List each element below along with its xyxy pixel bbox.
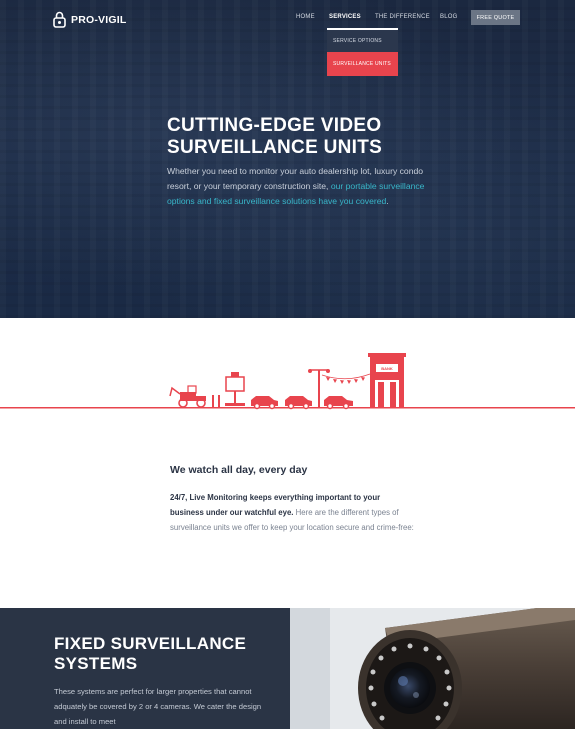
- hero-section: PRO-VIGIL HOME SERVICES THE DIFFERENCE B…: [0, 0, 575, 318]
- nav-the-difference[interactable]: THE DIFFERENCE: [375, 14, 430, 20]
- hero-title: CUTTING-EDGE VIDEO SURVEILLANCE UNITS: [167, 115, 382, 159]
- hero-title-line-1: CUTTING-EDGE VIDEO: [167, 115, 382, 136]
- hero-description-end: .: [386, 196, 389, 206]
- hero-background-image: [0, 0, 575, 318]
- nav-blog[interactable]: BLOG: [440, 14, 457, 20]
- nav-home[interactable]: HOME: [296, 14, 315, 20]
- watch-section-title: We watch all day, every day: [170, 464, 308, 476]
- city-scene-illustration: BANK: [0, 350, 575, 415]
- fixed-surveillance-body: These systems are perfect for larger pro…: [54, 687, 262, 726]
- nav-services[interactable]: SERVICES: [329, 14, 361, 20]
- dropdown-item-service-options[interactable]: SERVICE OPTIONS: [327, 28, 398, 52]
- watch-section-body: 24/7, Live Monitoring keeps everything i…: [170, 490, 415, 535]
- bank-sign-text: BANK: [381, 366, 393, 371]
- main-nav: HOME SERVICES THE DIFFERENCE BLOG FREE Q…: [0, 10, 575, 26]
- fixed-surveillance-title: FIXED SURVEILLANCE SYSTEMS: [54, 634, 246, 674]
- security-camera-icon: [290, 608, 575, 729]
- city-scene-svg: BANK: [0, 353, 575, 410]
- security-camera-image: [290, 608, 575, 729]
- services-dropdown-menu: SERVICE OPTIONS SURVEILLANCE UNITS: [327, 28, 398, 76]
- free-quote-button[interactable]: FREE QUOTE: [471, 10, 520, 25]
- hero-title-line-2: SURVEILLANCE UNITS: [167, 137, 383, 158]
- fixed-title-line-2: SYSTEMS: [54, 654, 138, 673]
- dropdown-item-surveillance-units[interactable]: SURVEILLANCE UNITS: [327, 52, 398, 76]
- fixed-surveillance-section: FIXED SURVEILLANCE SYSTEMS These systems…: [0, 608, 290, 729]
- fixed-title-line-1: FIXED SURVEILLANCE: [54, 634, 247, 653]
- hero-description: Whether you need to monitor your auto de…: [167, 164, 447, 209]
